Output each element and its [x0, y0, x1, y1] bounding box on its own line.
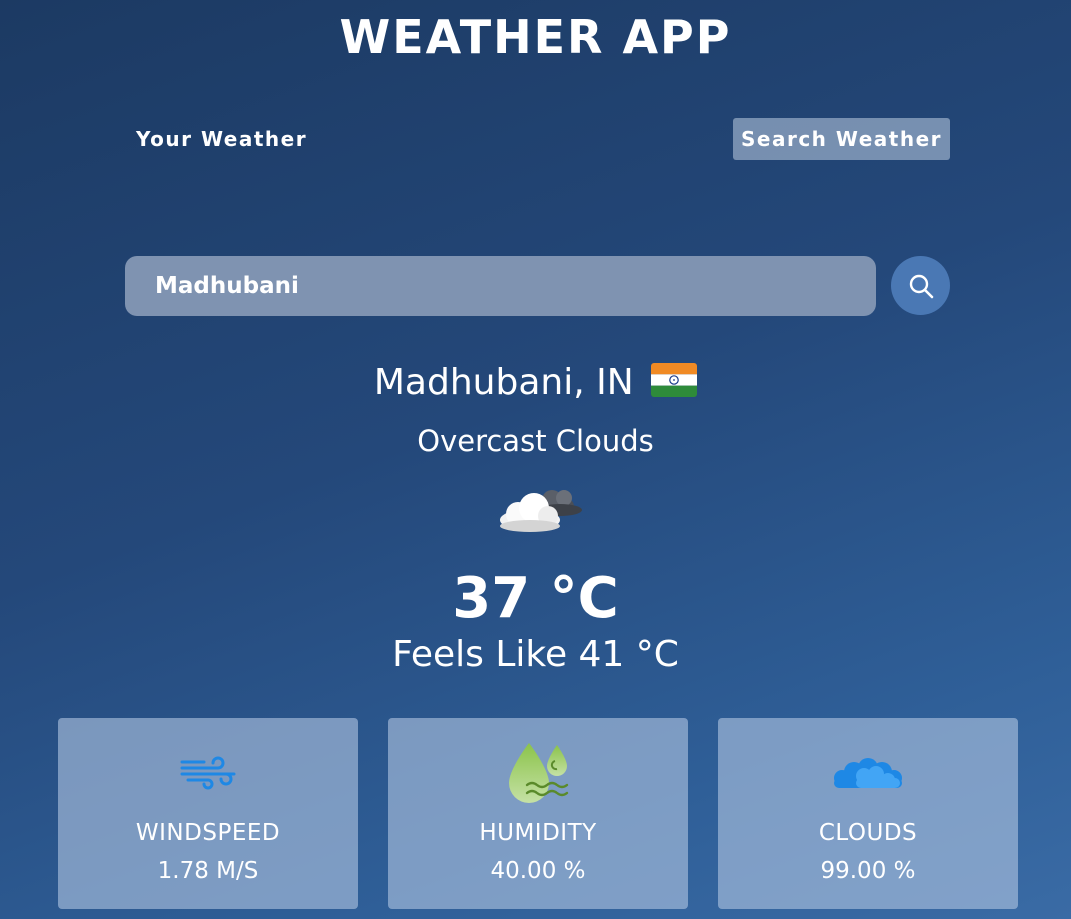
- clouds-card: CLOUDS 99.00 %: [718, 718, 1018, 909]
- search-button[interactable]: [891, 256, 950, 315]
- overcast-clouds-icon: [494, 484, 584, 540]
- windspeed-card: WINDSPEED 1.78 M/S: [58, 718, 358, 909]
- clouds-value: 99.00 %: [820, 858, 916, 884]
- humidity-icon: [388, 738, 688, 810]
- weather-description: Overcast Clouds: [417, 424, 654, 458]
- windspeed-label: WINDSPEED: [135, 820, 281, 846]
- temperature: 37 °C: [452, 566, 619, 631]
- humidity-value: 40.00 %: [490, 858, 586, 884]
- location-line: Madhubani, IN: [0, 362, 1071, 403]
- humidity-label: HUMIDITY: [479, 820, 597, 846]
- clouds-label: CLOUDS: [818, 820, 918, 846]
- humidity-card: HUMIDITY 40.00 %: [388, 718, 688, 909]
- location-name: Madhubani, IN: [373, 362, 634, 403]
- app-title: WEATHER APP: [339, 10, 732, 64]
- wind-icon: [58, 738, 358, 810]
- clouds-icon: [718, 738, 1018, 810]
- tab-your-weather[interactable]: Your Weather: [136, 118, 307, 160]
- india-flag-icon: [651, 363, 698, 397]
- search-icon: [909, 274, 933, 298]
- feels-like: Feels Like 41 °C: [392, 634, 679, 675]
- search-input[interactable]: [125, 256, 876, 316]
- windspeed-value: 1.78 M/S: [157, 858, 259, 884]
- tab-search-weather[interactable]: Search Weather: [733, 118, 950, 160]
